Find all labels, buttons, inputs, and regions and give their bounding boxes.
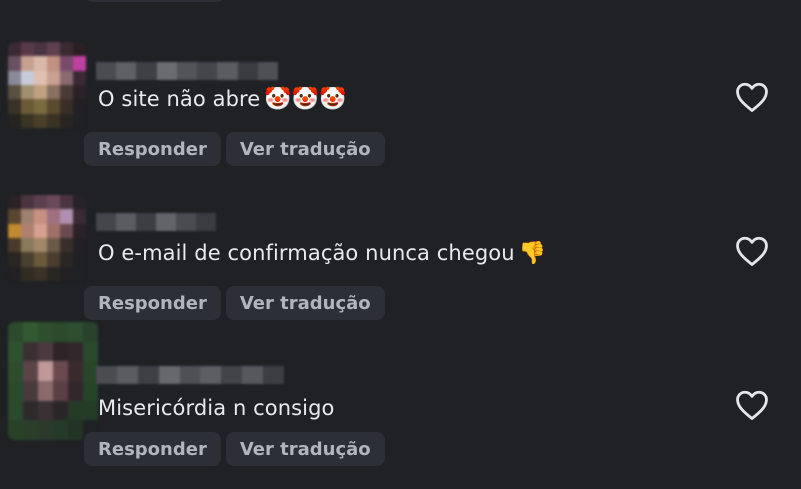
see-translation-button[interactable]: Ver tradução [225, 286, 385, 320]
comment-item: Misericórdia n consigo Responder Ver tra… [0, 322, 801, 472]
heart-icon[interactable] [735, 235, 769, 267]
comment-text-content: Misericórdia n consigo [98, 396, 335, 420]
comment-text: Misericórdia n consigo [98, 394, 335, 422]
comment-actions: Responder Ver tradução [84, 286, 385, 320]
username-blurred[interactable] [96, 213, 216, 231]
comment-item: O e-mail de confirmação nunca chegou 👎 Re… [0, 193, 801, 343]
see-translation-button[interactable]: Ver tradução [225, 132, 385, 166]
heart-icon[interactable] [735, 81, 769, 113]
username-blurred[interactable] [96, 62, 278, 80]
avatar[interactable] [8, 42, 86, 128]
heart-icon[interactable] [735, 389, 769, 421]
comment-text: O e-mail de confirmação nunca chegou 👎 [98, 239, 546, 268]
comment-text-content: O site não abre [98, 87, 261, 111]
previous-comment-action-stub [85, 0, 225, 2]
comment-text-content: O e-mail de confirmação nunca chegou [98, 241, 515, 265]
comment-actions: Responder Ver tradução [84, 432, 385, 466]
reply-button[interactable]: Responder [84, 132, 221, 166]
reply-button[interactable]: Responder [84, 286, 221, 320]
comment-item: O site não abre 🤡🤡🤡 Responder Ver traduçã… [0, 40, 801, 190]
see-translation-button[interactable]: Ver tradução [225, 432, 385, 466]
username-blurred[interactable] [96, 366, 285, 384]
comment-actions: Responder Ver tradução [84, 132, 385, 166]
avatar[interactable] [8, 322, 98, 440]
avatar[interactable] [8, 195, 86, 281]
reply-button[interactable]: Responder [84, 432, 221, 466]
comment-text: O site não abre 🤡🤡🤡 [98, 85, 347, 114]
clown-emoji-icon: 🤡🤡🤡 [264, 87, 347, 112]
thumbs-down-emoji-icon: 👎 [518, 241, 547, 266]
